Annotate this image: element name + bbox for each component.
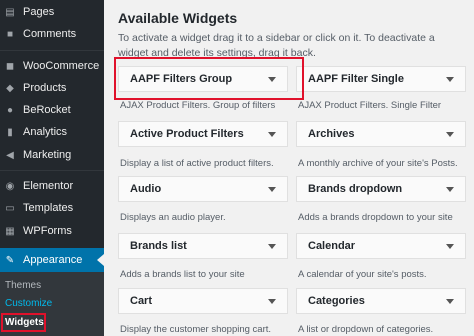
appearance-icon: ✎ — [5, 254, 15, 266]
sidebar-item-products[interactable]: ◆ Products — [0, 76, 104, 100]
sidebar-item-marketing[interactable]: ◀ Marketing — [0, 143, 104, 167]
sidebar-item-berocket[interactable]: ● BeRocket — [0, 98, 104, 122]
aapf-filters-group-highlight-box — [114, 57, 304, 100]
chevron-down-icon[interactable] — [446, 131, 454, 137]
sidebar-item-label: Appearance — [23, 254, 83, 266]
marketing-icon: ◀ — [6, 149, 14, 161]
sidebar-item-comments[interactable]: ■ Comments — [0, 22, 104, 46]
widget-description: Adds a brands list to your site — [120, 269, 245, 280]
admin-sidebar: ▤ Pages ■ Comments ◼ WooCommerce ◆ Produ… — [0, 0, 104, 336]
chevron-down-icon[interactable] — [446, 186, 454, 192]
widget-title: Audio — [130, 183, 162, 195]
sidebar-item-label: Templates — [23, 202, 74, 214]
submenu-item-themes[interactable]: Themes — [5, 280, 41, 291]
widget-brands-dropdown[interactable]: Brands dropdown — [296, 176, 466, 202]
widget-description: A list or dropdown of categories. — [298, 324, 434, 335]
widget-description: A monthly archive of your site's Posts. — [298, 158, 458, 169]
elementor-icon: ◉ — [5, 180, 15, 192]
widget-brands-list[interactable]: Brands list — [118, 233, 288, 259]
widget-active-product-filters[interactable]: Active Product Filters — [118, 121, 288, 147]
widgets-highlight-box — [1, 313, 46, 332]
widget-title: AAPF Filter Single — [308, 73, 404, 85]
sidebar-item-analytics[interactable]: ▮ Analytics — [0, 120, 104, 144]
sidebar-item-label: WPForms — [23, 225, 72, 237]
sidebar-item-label: Marketing — [23, 149, 72, 161]
widget-calendar[interactable]: Calendar — [296, 233, 466, 259]
widget-description: Display a list of active product filters… — [120, 158, 274, 169]
sidebar-item-wpforms[interactable]: ▦ WPForms — [0, 219, 104, 243]
widget-title: Cart — [130, 295, 153, 307]
sidebar-item-label: Analytics — [23, 126, 68, 138]
templates-icon: ▭ — [5, 202, 15, 214]
sidebar-item-elementor[interactable]: ◉ Elementor — [0, 174, 104, 198]
pages-icon: ▤ — [5, 6, 15, 18]
chevron-down-icon[interactable] — [446, 76, 454, 82]
widget-description: AJAX Product Filters. Group of filters — [120, 100, 276, 111]
berocket-icon: ● — [6, 104, 14, 116]
products-icon: ◆ — [6, 82, 14, 94]
widget-title: Active Product Filters — [130, 128, 244, 140]
sidebar-item-woocommerce[interactable]: ◼ WooCommerce — [0, 54, 104, 78]
chevron-down-icon[interactable] — [268, 186, 276, 192]
widget-aapf-filter-single[interactable]: AAPF Filter Single — [296, 66, 466, 92]
submenu-item-customize[interactable]: Customize — [5, 298, 52, 309]
analytics-icon: ▮ — [7, 126, 13, 138]
sidebar-item-templates[interactable]: ▭ Templates — [0, 196, 104, 220]
widget-cart[interactable]: Cart — [118, 288, 288, 314]
page-title: Available Widgets — [118, 10, 238, 26]
widget-archives[interactable]: Archives — [296, 121, 466, 147]
widget-description: Displays an audio player. — [120, 212, 226, 223]
main-content: Available Widgets To activate a widget d… — [104, 0, 474, 336]
chevron-down-icon[interactable] — [446, 243, 454, 249]
widget-title: Brands list — [130, 240, 187, 252]
sidebar-item-label: Elementor — [23, 180, 74, 192]
sidebar-item-label: Products — [23, 82, 67, 94]
wpforms-icon: ▦ — [5, 225, 15, 237]
widget-description: Adds a brands dropdown to your site — [298, 212, 453, 223]
sidebar-item-label: WooCommerce — [23, 60, 100, 72]
chevron-down-icon[interactable] — [268, 298, 276, 304]
widget-audio[interactable]: Audio — [118, 176, 288, 202]
sidebar-item-label: BeRocket — [23, 104, 71, 116]
sidebar-item-appearance[interactable]: ✎ Appearance — [0, 248, 104, 272]
woocommerce-icon: ◼ — [5, 60, 15, 72]
sidebar-item-label: Comments — [23, 28, 77, 40]
sidebar-item-label: Pages — [23, 6, 55, 18]
menu-separator — [0, 50, 104, 51]
chevron-down-icon[interactable] — [268, 243, 276, 249]
menu-separator — [0, 170, 104, 171]
widget-title: Calendar — [308, 240, 356, 252]
sidebar-item-pages[interactable]: ▤ Pages — [0, 0, 104, 24]
widget-description: A calendar of your site's posts. — [298, 269, 427, 280]
comments-icon: ■ — [6, 28, 14, 40]
widget-description: Display the customer shopping cart. — [120, 324, 272, 335]
widget-description: AJAX Product Filters. Single Filter — [298, 100, 442, 111]
chevron-down-icon[interactable] — [268, 131, 276, 137]
active-menu-arrow — [97, 254, 104, 266]
chevron-down-icon[interactable] — [446, 298, 454, 304]
widget-title: Archives — [308, 128, 355, 140]
widget-categories[interactable]: Categories — [296, 288, 466, 314]
widget-title: Brands dropdown — [308, 183, 403, 195]
widget-title: Categories — [308, 295, 365, 307]
